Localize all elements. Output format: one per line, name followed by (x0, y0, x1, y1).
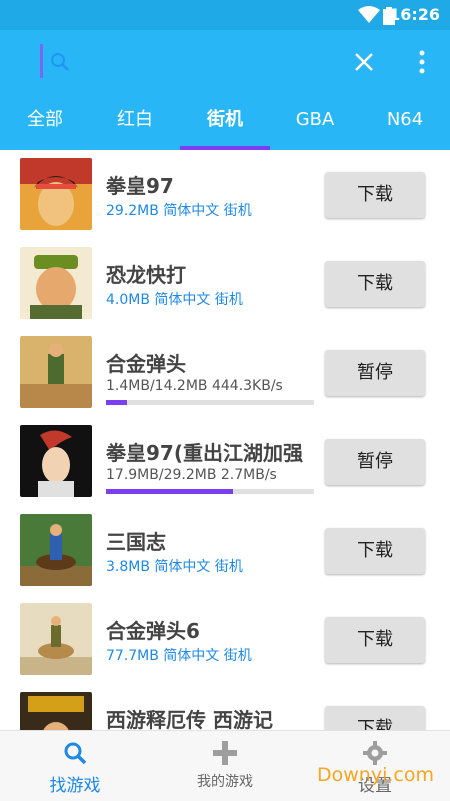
progress-fill (106, 400, 127, 405)
game-meta: 29.2MB 简体中文 街机 (106, 203, 252, 219)
watermark: Downyi.com (317, 764, 434, 786)
search-icon (64, 742, 87, 765)
list-item[interactable]: 恐龙快打 4.0MB 简体中文 街机 下载 (0, 239, 450, 328)
nav-label: 我的游戏 (197, 774, 253, 790)
gamepad-icon (213, 741, 237, 765)
category-tabs: 全部 红白 街机 GBA N64 (0, 100, 450, 150)
pause-button[interactable]: 暂停 (325, 350, 425, 396)
game-meta: 77.7MB 简体中文 街机 (106, 648, 252, 664)
nav-my-games[interactable]: 我的游戏 (150, 731, 300, 801)
game-thumbnail (20, 692, 92, 730)
game-title: 拳皇97(重出江湖加强 (106, 441, 303, 465)
game-list[interactable]: 拳皇97 29.2MB 简体中文 街机 下载 恐龙快打 4.0MB 简体中文 街… (0, 150, 450, 730)
game-meta: 3.8MB 简体中文 街机 (106, 559, 243, 575)
list-item[interactable]: 西游释厄传 西游记 下载 (0, 684, 450, 730)
tab-gba[interactable]: GBA (270, 100, 360, 150)
gear-icon (363, 741, 387, 765)
list-item[interactable]: 拳皇97 29.2MB 简体中文 街机 下载 (0, 150, 450, 239)
download-progress-bar (106, 489, 314, 494)
game-thumbnail (20, 425, 92, 497)
game-meta: 4.0MB 简体中文 街机 (106, 292, 243, 308)
list-item[interactable]: 合金弹头 1.4MB/14.2MB 444.3KB/s 暂停 (0, 328, 450, 417)
download-button[interactable]: 下载 (325, 706, 425, 730)
download-button[interactable]: 下载 (325, 261, 425, 307)
tab-arcade[interactable]: 街机 (180, 100, 270, 150)
nav-label: 找游戏 (49, 776, 101, 796)
download-button[interactable]: 下载 (325, 617, 425, 663)
status-bar: 16:26 (0, 0, 450, 30)
download-button[interactable]: 下载 (325, 528, 425, 574)
game-thumbnail (20, 603, 92, 675)
nav-find-games[interactable]: 找游戏 (0, 731, 150, 801)
list-item[interactable]: 三国志 3.8MB 简体中文 街机 下载 (0, 506, 450, 595)
search-icon (51, 53, 69, 71)
game-thumbnail (20, 336, 92, 408)
game-thumbnail (20, 158, 92, 230)
list-item[interactable]: 拳皇97(重出江湖加强 17.9MB/29.2MB 2.7MB/s 暂停 (0, 417, 450, 506)
game-title: 三国志 (106, 530, 166, 554)
tab-n64[interactable]: N64 (360, 100, 450, 150)
pause-button[interactable]: 暂停 (325, 439, 425, 485)
game-thumbnail (20, 247, 92, 319)
wifi-icon (358, 6, 380, 23)
download-button[interactable]: 下载 (325, 172, 425, 218)
progress-fill (106, 489, 233, 494)
search-input[interactable] (38, 44, 338, 78)
download-progress-text: 17.9MB/29.2MB 2.7MB/s (106, 467, 277, 483)
game-thumbnail (20, 514, 92, 586)
game-title: 合金弹头6 (106, 619, 200, 643)
download-progress-bar (106, 400, 314, 405)
tab-all[interactable]: 全部 (0, 100, 90, 150)
game-title: 西游释厄传 西游记 (106, 708, 273, 730)
tab-famicom[interactable]: 红白 (90, 100, 180, 150)
more-options-icon[interactable] (412, 48, 432, 76)
game-title: 合金弹头 (106, 352, 186, 376)
close-icon[interactable] (350, 48, 378, 76)
text-cursor (40, 44, 43, 78)
game-title: 恐龙快打 (106, 263, 186, 287)
app-bar: 全部 红白 街机 GBA N64 (0, 30, 450, 150)
list-item[interactable]: 合金弹头6 77.7MB 简体中文 街机 下载 (0, 595, 450, 684)
game-title: 拳皇97 (106, 174, 174, 198)
status-time: 16:26 (389, 5, 440, 24)
download-progress-text: 1.4MB/14.2MB 444.3KB/s (106, 378, 283, 394)
